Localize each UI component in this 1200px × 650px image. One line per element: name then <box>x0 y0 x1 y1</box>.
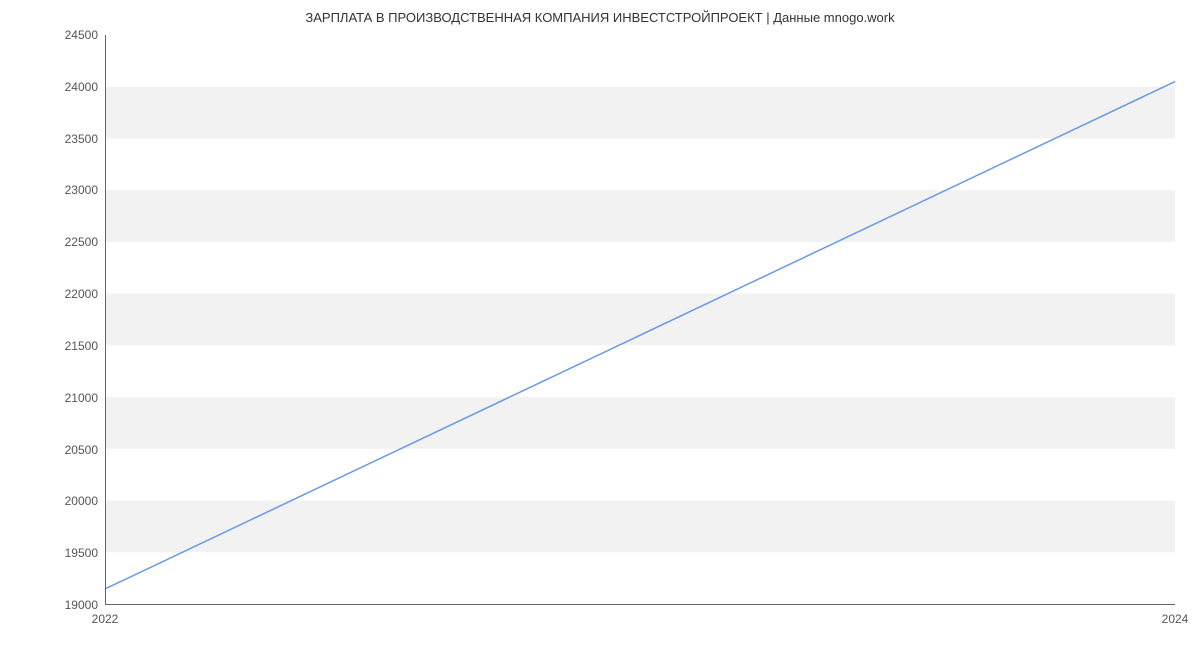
x-tick-label: 2024 <box>1162 612 1189 626</box>
grid-band <box>106 190 1175 242</box>
x-tick-label: 2022 <box>92 612 119 626</box>
grid-bands <box>106 87 1175 553</box>
y-tick-label: 23000 <box>38 183 98 197</box>
y-tick-label: 19500 <box>38 546 98 560</box>
grid-band <box>106 294 1175 346</box>
y-tick-label: 24500 <box>38 28 98 42</box>
grid-band <box>106 87 1175 139</box>
y-tick-label: 21500 <box>38 339 98 353</box>
grid-band <box>106 397 1175 449</box>
y-tick-label: 22000 <box>38 287 98 301</box>
chart-svg <box>106 35 1175 604</box>
y-tick-label: 24000 <box>38 80 98 94</box>
y-tick-label: 22500 <box>38 235 98 249</box>
y-tick-label: 21000 <box>38 391 98 405</box>
y-tick-label: 20500 <box>38 443 98 457</box>
grid-band <box>106 501 1175 553</box>
y-tick-label: 23500 <box>38 132 98 146</box>
plot-area <box>105 35 1175 605</box>
y-tick-label: 20000 <box>38 494 98 508</box>
chart-title: ЗАРПЛАТА В ПРОИЗВОДСТВЕННАЯ КОМПАНИЯ ИНВ… <box>0 10 1200 25</box>
y-tick-label: 19000 <box>38 598 98 612</box>
